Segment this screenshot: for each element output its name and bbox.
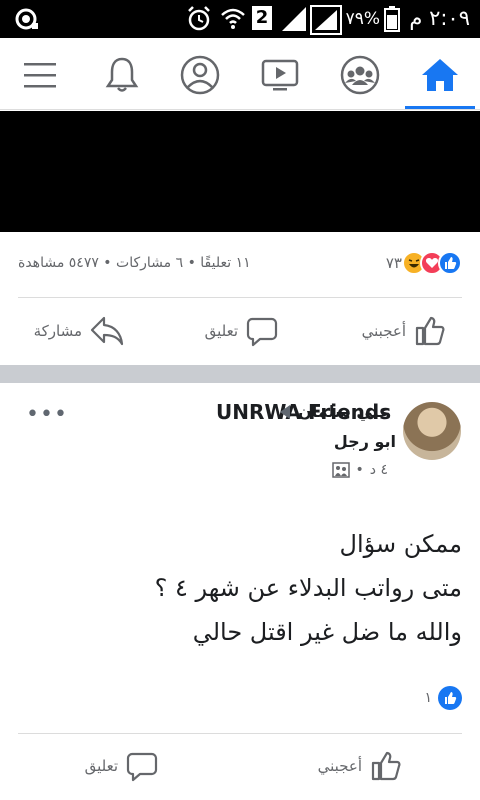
reaction-count: ٧٣ <box>385 254 402 272</box>
group-privacy-icon <box>331 462 350 478</box>
like-button[interactable]: أعجبني <box>362 303 446 359</box>
watch-icon <box>261 59 299 91</box>
triangle-right-icon <box>280 404 291 419</box>
profile-button[interactable] <box>176 51 224 99</box>
post-body: ممكن سؤال متى رواتب البدلاء عن شهر ٤ ؟ و… <box>22 522 462 654</box>
author-name-row: علي سلمان <box>278 402 390 421</box>
video-player[interactable] <box>0 111 480 232</box>
post-time[interactable]: ٤ د <box>370 462 388 478</box>
divider <box>18 733 462 734</box>
reactions-summary[interactable]: ٧٣ <box>380 251 462 275</box>
meta-dot: • <box>355 462 364 478</box>
post-text-line: والله ما ضل غير اقتل حالي <box>192 618 462 646</box>
share-button[interactable]: مشاركة <box>34 303 124 359</box>
post-text-line: ممكن سؤال <box>339 530 463 558</box>
post-text-line: متى رواتب البدلاء عن شهر ٤ ؟ <box>154 574 462 602</box>
like-button[interactable]: أعجبني <box>318 738 402 794</box>
home-icon <box>422 59 458 91</box>
menu-button[interactable] <box>16 51 64 99</box>
comment-icon <box>246 317 278 347</box>
home-button[interactable] <box>416 51 464 99</box>
like-count: ١ <box>424 690 432 706</box>
like-label: أعجبني <box>361 322 406 340</box>
like-reaction-icon <box>438 251 462 275</box>
comment-label: تعليق <box>84 757 118 775</box>
status-bar: 2 ٧٩% ٢:٠٩ م <box>0 0 480 38</box>
notifications-button[interactable] <box>98 51 146 99</box>
comment-label: تعليق <box>204 322 238 340</box>
video-actions-row: أعجبني تعليق مشاركة <box>0 303 480 359</box>
clock: ٢:٠٩ م <box>409 6 470 30</box>
wifi-icon <box>221 8 245 29</box>
author-name-cont[interactable]: ابو رجل <box>334 432 396 451</box>
like-label: أعجبني <box>317 757 362 775</box>
bell-icon <box>105 57 139 92</box>
comment-button[interactable]: تعليق <box>85 738 158 794</box>
signal-icon-2 <box>310 5 342 35</box>
sim-indicator: 2 <box>252 6 272 30</box>
menu-icon <box>24 63 56 88</box>
feed-separator <box>0 365 480 383</box>
facebook-notification-icon <box>15 8 38 30</box>
comment-icon <box>126 752 158 782</box>
active-tab-indicator <box>405 106 475 109</box>
groups-icon <box>340 55 380 95</box>
thumbs-up-icon <box>415 316 445 346</box>
groups-button[interactable] <box>336 51 384 99</box>
engagement-summary[interactable]: ١١ تعليقًا • ٦ مشاركات • ٥٤٧٧ مشاهدة <box>18 255 251 271</box>
divider <box>18 297 462 298</box>
avatar[interactable] <box>403 402 461 460</box>
comment-button[interactable]: تعليق <box>205 303 278 359</box>
like-reaction-icon <box>438 686 462 710</box>
signal-icon <box>282 7 306 31</box>
battery-percent: ٧٩% <box>345 9 380 29</box>
post-meta: ٤ د • <box>331 462 388 478</box>
more-options-icon[interactable]: ••• <box>26 402 68 427</box>
watch-button[interactable] <box>256 51 304 99</box>
profile-icon <box>180 55 220 95</box>
battery-icon <box>384 6 400 32</box>
alarm-icon <box>188 6 210 31</box>
post-actions-row: أعجبني تعليق <box>0 738 480 794</box>
reaction-summary-row: ٧٣ ١١ تعليقًا • ٦ مشاركات • ٥٤٧٧ مشاهدة <box>0 245 480 285</box>
share-icon <box>90 316 124 346</box>
share-label: مشاركة <box>33 322 82 340</box>
post-reactions[interactable]: ١ <box>424 686 462 710</box>
author-name[interactable]: علي سلمان <box>298 402 390 421</box>
top-nav-bar <box>0 38 480 110</box>
thumbs-up-icon <box>371 751 401 781</box>
